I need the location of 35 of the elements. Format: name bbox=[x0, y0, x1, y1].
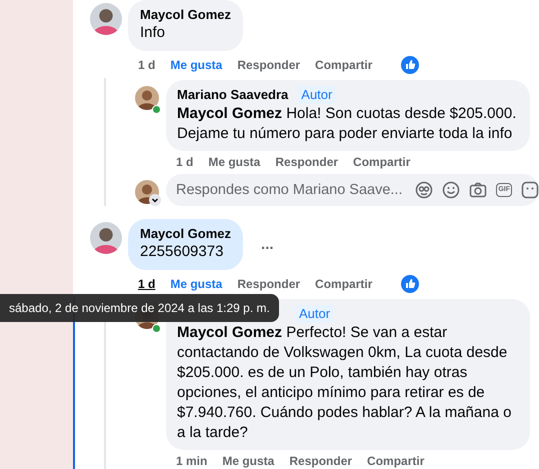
timestamp-link[interactable]: 1 min bbox=[176, 454, 208, 468]
reply-link[interactable]: Responder bbox=[237, 58, 300, 72]
timestamp-link[interactable]: 1 d bbox=[176, 154, 194, 168]
sticker-icon bbox=[415, 181, 434, 199]
share-link[interactable]: Compartir bbox=[353, 154, 410, 168]
sticker-icon bbox=[521, 181, 539, 199]
reply-link[interactable]: Responder bbox=[237, 276, 300, 290]
reply-link[interactable]: Responder bbox=[275, 154, 338, 168]
reply-text: Maycol Gomez Perfecto! Se van a estar contactando de Volkswagen 0km, La cuota desde $205.000. es de un Polo, también hay otras opciones, el anticipo mínimo para retirar es de $7.940.760. Cuándo podes hablar? A la mañana o a la tarde? bbox=[177, 323, 512, 443]
like-link[interactable]: Me gusta bbox=[208, 154, 260, 168]
chevron-down-icon bbox=[149, 194, 161, 206]
share-link[interactable]: Compartir bbox=[367, 454, 424, 468]
author-badge: Autor bbox=[296, 305, 334, 323]
emoji-icon bbox=[442, 181, 460, 199]
comment-text: Info bbox=[140, 23, 166, 43]
author-name[interactable]: Maycol Gomez bbox=[140, 226, 232, 242]
avatar bbox=[90, 3, 122, 35]
author-name[interactable]: Mariano Saavedra bbox=[177, 87, 288, 103]
reply-link[interactable]: Responder bbox=[289, 454, 352, 468]
like-link[interactable]: Me gusta bbox=[170, 58, 222, 72]
author-badge: Autor bbox=[298, 86, 336, 104]
share-link[interactable]: Compartir bbox=[315, 58, 372, 72]
comment-text: 2255609373 bbox=[140, 242, 224, 262]
share-link[interactable]: Compartir bbox=[315, 276, 372, 290]
author-name[interactable]: Maycol Gomez bbox=[140, 7, 232, 23]
more-button[interactable]: ... bbox=[261, 236, 274, 253]
avatar bbox=[90, 222, 122, 254]
timestamp-link[interactable]: 1 d bbox=[138, 58, 156, 72]
tooltip: sábado, 2 de noviembre de 2024 a las 1:29 p. m. bbox=[0, 294, 279, 322]
avatar bbox=[135, 86, 159, 110]
timestamp-link[interactable]: 1 d bbox=[138, 276, 156, 290]
camera-icon bbox=[469, 181, 488, 199]
like-link[interactable]: Me gusta bbox=[222, 454, 274, 468]
like-link[interactable]: Me gusta bbox=[170, 276, 222, 290]
reply-text: Maycol Gomez Hola! Son cuotas desde $205.000. Dejame tu número para poder enviarte toda la info bbox=[177, 104, 518, 144]
